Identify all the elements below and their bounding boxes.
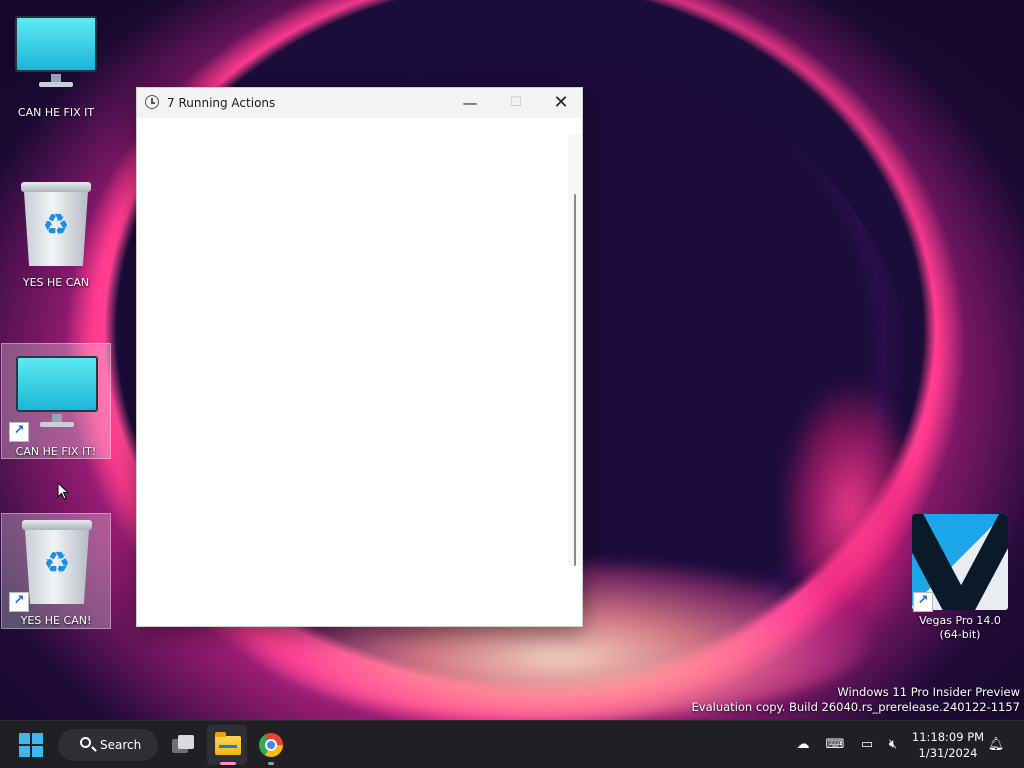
desktop-icon-recycle-bin-shortcut[interactable]: ♻ ↗ YES HE CAN! bbox=[1, 513, 111, 629]
vertical-scrollbar[interactable] bbox=[568, 134, 582, 566]
vegas-label-line1: Vegas Pro 14.0 bbox=[919, 614, 1001, 627]
desktop-icon-label: Vegas Pro 14.0 (64-bit) bbox=[906, 614, 1014, 642]
desktop-icon-this-pc-shortcut[interactable]: ↗ CAN HE FIX IT! bbox=[1, 343, 111, 459]
monitor-icon bbox=[16, 356, 98, 427]
desktop-icon-label: YES HE CAN! bbox=[20, 614, 92, 627]
folder-icon bbox=[215, 732, 241, 755]
vegas-label-line2: (64-bit) bbox=[939, 628, 981, 641]
maximize-button[interactable]: ☐ bbox=[493, 88, 539, 118]
minimize-button[interactable]: — bbox=[447, 88, 493, 118]
evaluation-watermark: Windows 11 Pro Insider Preview Evaluatio… bbox=[692, 685, 1020, 715]
mouse-cursor-icon bbox=[57, 482, 69, 500]
file-explorer-button[interactable] bbox=[207, 725, 247, 765]
window-title: 7 Running Actions bbox=[167, 96, 276, 110]
desktop-background: CAN HE FIX IT ♻ YES HE CAN ↗ CAN HE FIX … bbox=[0, 0, 1024, 720]
clock-date: 1/31/2024 bbox=[918, 746, 978, 760]
notification-bell-icon[interactable]: 🔔︎ bbox=[986, 735, 1006, 755]
search-icon bbox=[80, 737, 91, 748]
taskbar-clock[interactable]: 11:18:09 PM 1/31/2024 bbox=[908, 729, 988, 761]
watermark-line1: Windows 11 Pro Insider Preview bbox=[837, 685, 1020, 699]
start-button[interactable] bbox=[19, 733, 43, 757]
chrome-button[interactable] bbox=[251, 725, 291, 765]
active-indicator bbox=[220, 762, 236, 765]
monitor-icon bbox=[15, 16, 97, 87]
windows-logo-icon bbox=[19, 733, 30, 744]
desktop-icon-label: YES HE CAN bbox=[22, 276, 90, 289]
running-indicator bbox=[268, 762, 274, 765]
task-view-button[interactable] bbox=[163, 725, 203, 765]
search-label: Search bbox=[100, 738, 142, 752]
window-titlebar[interactable]: 7 Running Actions — ☐ ✕ bbox=[137, 88, 582, 118]
taskbar: Search ☁ ⌨ ▭ 🔇︎ 11:18:09 PM 1/31/2024 🔔︎ bbox=[0, 720, 1024, 768]
shortcut-arrow-icon: ↗ bbox=[913, 592, 933, 612]
clock-time: 11:18:09 PM bbox=[911, 730, 985, 744]
chrome-icon bbox=[259, 733, 283, 757]
shortcut-arrow-icon: ↗ bbox=[9, 592, 29, 612]
desktop-icon-recycle-bin[interactable]: ♻ YES HE CAN bbox=[1, 180, 111, 296]
volume-muted-icon[interactable]: 🔇︎ bbox=[883, 735, 903, 755]
keyboard-icon[interactable]: ⌨ bbox=[825, 735, 845, 755]
clock-icon bbox=[145, 95, 159, 109]
search-button[interactable]: Search bbox=[58, 729, 158, 761]
running-actions-window[interactable]: 7 Running Actions — ☐ ✕ bbox=[136, 87, 583, 627]
network-icon[interactable]: ▭ bbox=[857, 735, 877, 755]
recycle-bin-icon: ♻ bbox=[22, 520, 92, 604]
desktop-icon-this-pc[interactable]: CAN HE FIX IT bbox=[1, 12, 111, 128]
onedrive-offline-icon[interactable]: ☁ bbox=[793, 735, 813, 755]
desktop-icon-label: CAN HE FIX IT bbox=[17, 106, 95, 119]
scrollbar-thumb[interactable] bbox=[574, 194, 576, 566]
recycle-bin-icon: ♻ bbox=[21, 182, 91, 266]
close-button[interactable]: ✕ bbox=[538, 88, 584, 118]
shortcut-arrow-icon: ↗ bbox=[9, 422, 29, 442]
watermark-line2: Evaluation copy. Build 26040.rs_prerelea… bbox=[691, 700, 1020, 714]
window-content bbox=[137, 118, 582, 626]
desktop-icon-vegas-pro[interactable]: ↗ Vegas Pro 14.0 (64-bit) bbox=[906, 512, 1014, 648]
desktop-icon-label: CAN HE FIX IT! bbox=[15, 445, 97, 458]
